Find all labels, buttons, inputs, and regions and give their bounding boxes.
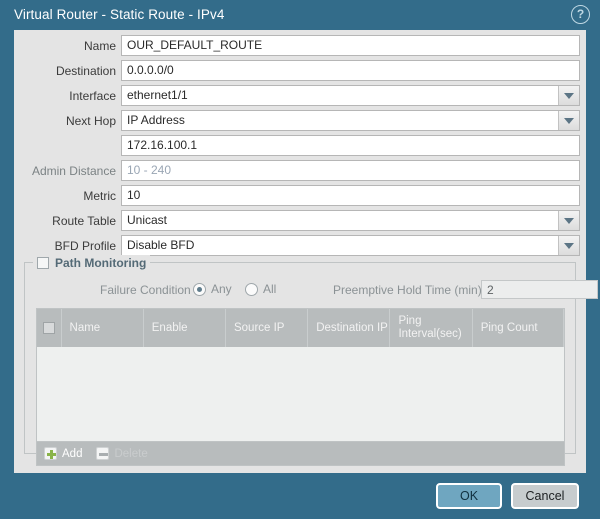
chevron-down-icon[interactable]: [558, 211, 579, 230]
field-label: BFD Profile: [54, 239, 116, 253]
field-placeholder: 10 - 240: [127, 163, 172, 177]
field-value: IP Address: [127, 113, 185, 127]
input-admin-distance[interactable]: 10 - 240: [121, 160, 580, 181]
field-value: ethernet1/1: [127, 88, 188, 102]
select-all-checkbox[interactable]: [42, 322, 55, 334]
preemptive-hold-time-label: Preemptive Hold Time (min): [333, 283, 482, 297]
minus-icon: [96, 447, 110, 460]
form-row: Destination 0.0.0.0/0: [14, 60, 586, 85]
static-route-dialog: Virtual Router - Static Route - IPv4 ? N…: [0, 0, 600, 519]
select-interface[interactable]: ethernet1/1: [121, 85, 580, 106]
table-header-row: Name Enable Source IP Destination IP Ping In…: [37, 309, 564, 347]
help-circle-icon[interactable]: ?: [571, 5, 590, 24]
form-row: Interface ethernet1/1: [14, 85, 586, 110]
path-monitoring-section: Path Monitoring Failure Condition Any Al…: [24, 255, 598, 466]
table-body: [37, 347, 564, 441]
input-name[interactable]: OUR_DEFAULT_ROUTE: [121, 35, 580, 56]
chevron-down-icon[interactable]: [558, 236, 579, 255]
table-column-header[interactable]: Destination IP: [308, 309, 391, 347]
select-bfd-profile[interactable]: Disable BFD: [121, 235, 580, 256]
static-route-form: Name OUR_DEFAULT_ROUTE Destination 0.0.0.0/…: [14, 35, 586, 260]
radio-dot-any[interactable]: [193, 282, 206, 296]
dialog-content: Name OUR_DEFAULT_ROUTE Destination 0.0.0.0/…: [14, 30, 598, 473]
field-label: Metric: [83, 189, 116, 203]
form-row: Metric 10: [14, 185, 586, 210]
table-column-header[interactable]: Ping Count: [473, 309, 564, 347]
path-monitoring-options: Failure Condition Any All Preemptive Hol…: [25, 277, 598, 303]
preemptive-hold-time-input[interactable]: 2: [481, 280, 598, 299]
dialog-titlebar: Virtual Router - Static Route - IPv4 ?: [0, 0, 600, 30]
form-row: Admin Distance 10 - 240: [14, 160, 586, 185]
delete-button-label: Delete: [114, 447, 148, 460]
ok-button[interactable]: OK: [436, 483, 502, 509]
field-label: Next Hop: [65, 114, 116, 128]
add-button-label: Add: [62, 447, 83, 460]
input-nexthop-address[interactable]: 172.16.100.1: [121, 135, 580, 156]
table-select-all-cell[interactable]: [37, 309, 62, 347]
path-monitoring-table: Name Enable Source IP Destination IP Ping In…: [36, 308, 565, 442]
form-row: Next Hop IP Address: [14, 110, 586, 135]
plus-icon: [44, 447, 57, 460]
dialog-footer: OK Cancel: [0, 473, 600, 519]
table-column-header[interactable]: Ping Interval(sec): [390, 309, 473, 347]
field-label: Interface: [69, 89, 116, 103]
cancel-button[interactable]: Cancel: [511, 483, 579, 509]
preemptive-hold-time-value: 2: [487, 283, 494, 297]
path-monitoring-checkbox[interactable]: [37, 257, 49, 269]
field-value: OUR_DEFAULT_ROUTE: [127, 38, 263, 52]
radio-dot-all[interactable]: [245, 282, 258, 296]
field-label: Name: [83, 39, 116, 53]
form-row: 172.16.100.1: [14, 135, 586, 160]
select-next-hop[interactable]: IP Address: [121, 110, 580, 131]
table-toolbar: Add Delete: [36, 442, 565, 466]
radio-label-any: Any: [211, 282, 232, 296]
table-column-header[interactable]: Name: [62, 309, 144, 347]
field-value: Unicast: [127, 213, 168, 227]
field-label: Destination: [55, 64, 116, 78]
delete-button: Delete: [96, 447, 148, 460]
field-value: 172.16.100.1: [127, 138, 198, 152]
radio-label-all: All: [263, 282, 277, 296]
field-label: Admin Distance: [31, 164, 116, 178]
dialog-title: Virtual Router - Static Route - IPv4: [14, 7, 225, 22]
failure-condition-label: Failure Condition: [100, 283, 191, 297]
path-monitoring-legend[interactable]: Path Monitoring: [33, 255, 151, 271]
table-column-header[interactable]: Enable: [144, 309, 226, 347]
radio-failure-condition-any[interactable]: Any: [193, 282, 232, 296]
table-column-header[interactable]: Source IP: [226, 309, 309, 347]
field-value: 0.0.0.0/0: [127, 63, 174, 77]
field-value: Disable BFD: [127, 238, 195, 252]
add-button[interactable]: Add: [44, 447, 82, 460]
path-monitoring-label: Path Monitoring: [55, 256, 147, 270]
field-label: Route Table: [52, 214, 116, 228]
form-row: Name OUR_DEFAULT_ROUTE: [14, 35, 586, 60]
input-metric[interactable]: 10: [121, 185, 580, 206]
field-value: 10: [127, 188, 141, 202]
select-route-table[interactable]: Unicast: [121, 210, 580, 231]
chevron-down-icon[interactable]: [558, 111, 579, 130]
chevron-down-icon[interactable]: [558, 86, 579, 105]
input-destination[interactable]: 0.0.0.0/0: [121, 60, 580, 81]
form-row: Route Table Unicast: [14, 210, 586, 235]
radio-failure-condition-all[interactable]: All: [245, 282, 276, 296]
